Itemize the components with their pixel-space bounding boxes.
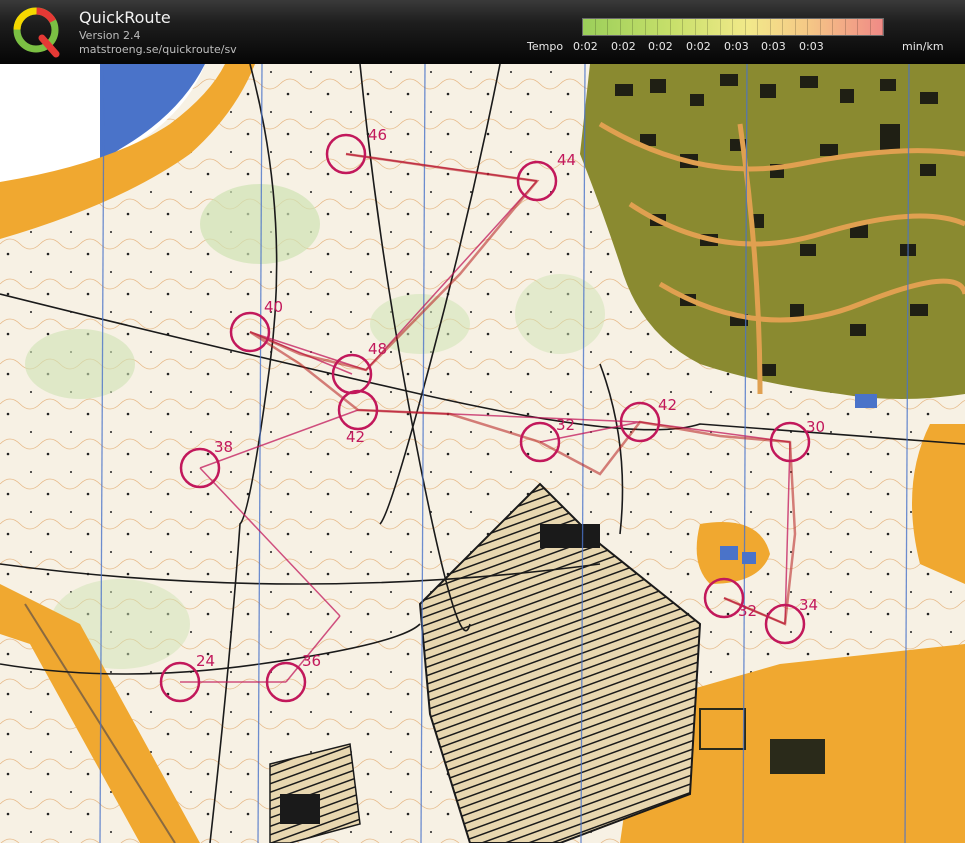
control-number: 38 bbox=[214, 438, 233, 456]
control-number: 30 bbox=[806, 418, 825, 436]
gradient-cell bbox=[708, 19, 721, 35]
gradient-cell bbox=[771, 19, 783, 35]
orienteering-map[interactable]: 46 44 40 48 42 38 32 42 30 32 34 24 36 bbox=[0, 64, 965, 843]
gradient-cell bbox=[733, 19, 746, 35]
gradient-cell bbox=[683, 19, 696, 35]
gradient-cell bbox=[758, 19, 771, 35]
tempo-label: Tempo bbox=[527, 40, 564, 53]
gradient-cell bbox=[633, 19, 646, 35]
control-number: 36 bbox=[302, 652, 321, 670]
control-number: 32 bbox=[738, 602, 757, 620]
gradient-cell bbox=[621, 19, 633, 35]
gradient-cell bbox=[746, 19, 758, 35]
building bbox=[280, 794, 320, 824]
tempo-tick: 0:02 bbox=[611, 40, 636, 53]
app-header: QuickRoute Version 2.4 matstroeng.se/qui… bbox=[0, 0, 965, 64]
vegetation-patch bbox=[200, 184, 320, 264]
gradient-cell bbox=[796, 19, 808, 35]
control-number: 48 bbox=[368, 340, 387, 358]
gradient-cell bbox=[696, 19, 708, 35]
vegetation-patch bbox=[515, 274, 605, 354]
gradient-cell bbox=[583, 19, 596, 35]
app-url[interactable]: matstroeng.se/quickroute/sv bbox=[79, 43, 237, 56]
control-number: 34 bbox=[799, 596, 818, 614]
control-number: 46 bbox=[368, 126, 387, 144]
tempo-tick: 0:02 bbox=[648, 40, 673, 53]
gradient-cell bbox=[833, 19, 846, 35]
tempo-tick: 0:03 bbox=[724, 40, 749, 53]
control-number: 44 bbox=[557, 151, 576, 169]
gradient-cell bbox=[783, 19, 796, 35]
gradient-cell bbox=[871, 19, 883, 35]
gradient-cell bbox=[721, 19, 733, 35]
tempo-tick: 0:02 bbox=[573, 40, 598, 53]
building bbox=[540, 524, 600, 548]
tempo-tick: 0:02 bbox=[686, 40, 711, 53]
app-version: Version 2.4 bbox=[79, 29, 141, 42]
gradient-cell bbox=[846, 19, 858, 35]
app-title: QuickRoute bbox=[79, 8, 171, 27]
tempo-tick: 0:03 bbox=[799, 40, 824, 53]
tempo-tick: 0:03 bbox=[761, 40, 786, 53]
gradient-cell bbox=[596, 19, 608, 35]
gradient-cell bbox=[646, 19, 658, 35]
tempo-gradient-bar bbox=[582, 18, 884, 36]
gradient-cell bbox=[608, 19, 621, 35]
control-number: 24 bbox=[196, 652, 215, 670]
building bbox=[770, 739, 825, 774]
gradient-cell bbox=[671, 19, 683, 35]
quickroute-logo-icon bbox=[13, 7, 60, 58]
vegetation-patch bbox=[25, 329, 135, 399]
map-canvas[interactable]: 46 44 40 48 42 38 32 42 30 32 34 24 36 bbox=[0, 64, 965, 843]
gradient-cell bbox=[821, 19, 833, 35]
pond bbox=[720, 546, 738, 560]
control-number: 40 bbox=[264, 298, 283, 316]
gradient-cell bbox=[808, 19, 821, 35]
tempo-unit: min/km bbox=[902, 40, 944, 53]
pool bbox=[855, 394, 877, 408]
gradient-cell bbox=[658, 19, 671, 35]
control-number: 42 bbox=[346, 428, 365, 446]
control-number: 32 bbox=[556, 416, 575, 434]
control-number: 42 bbox=[658, 396, 677, 414]
gradient-cell bbox=[858, 19, 871, 35]
